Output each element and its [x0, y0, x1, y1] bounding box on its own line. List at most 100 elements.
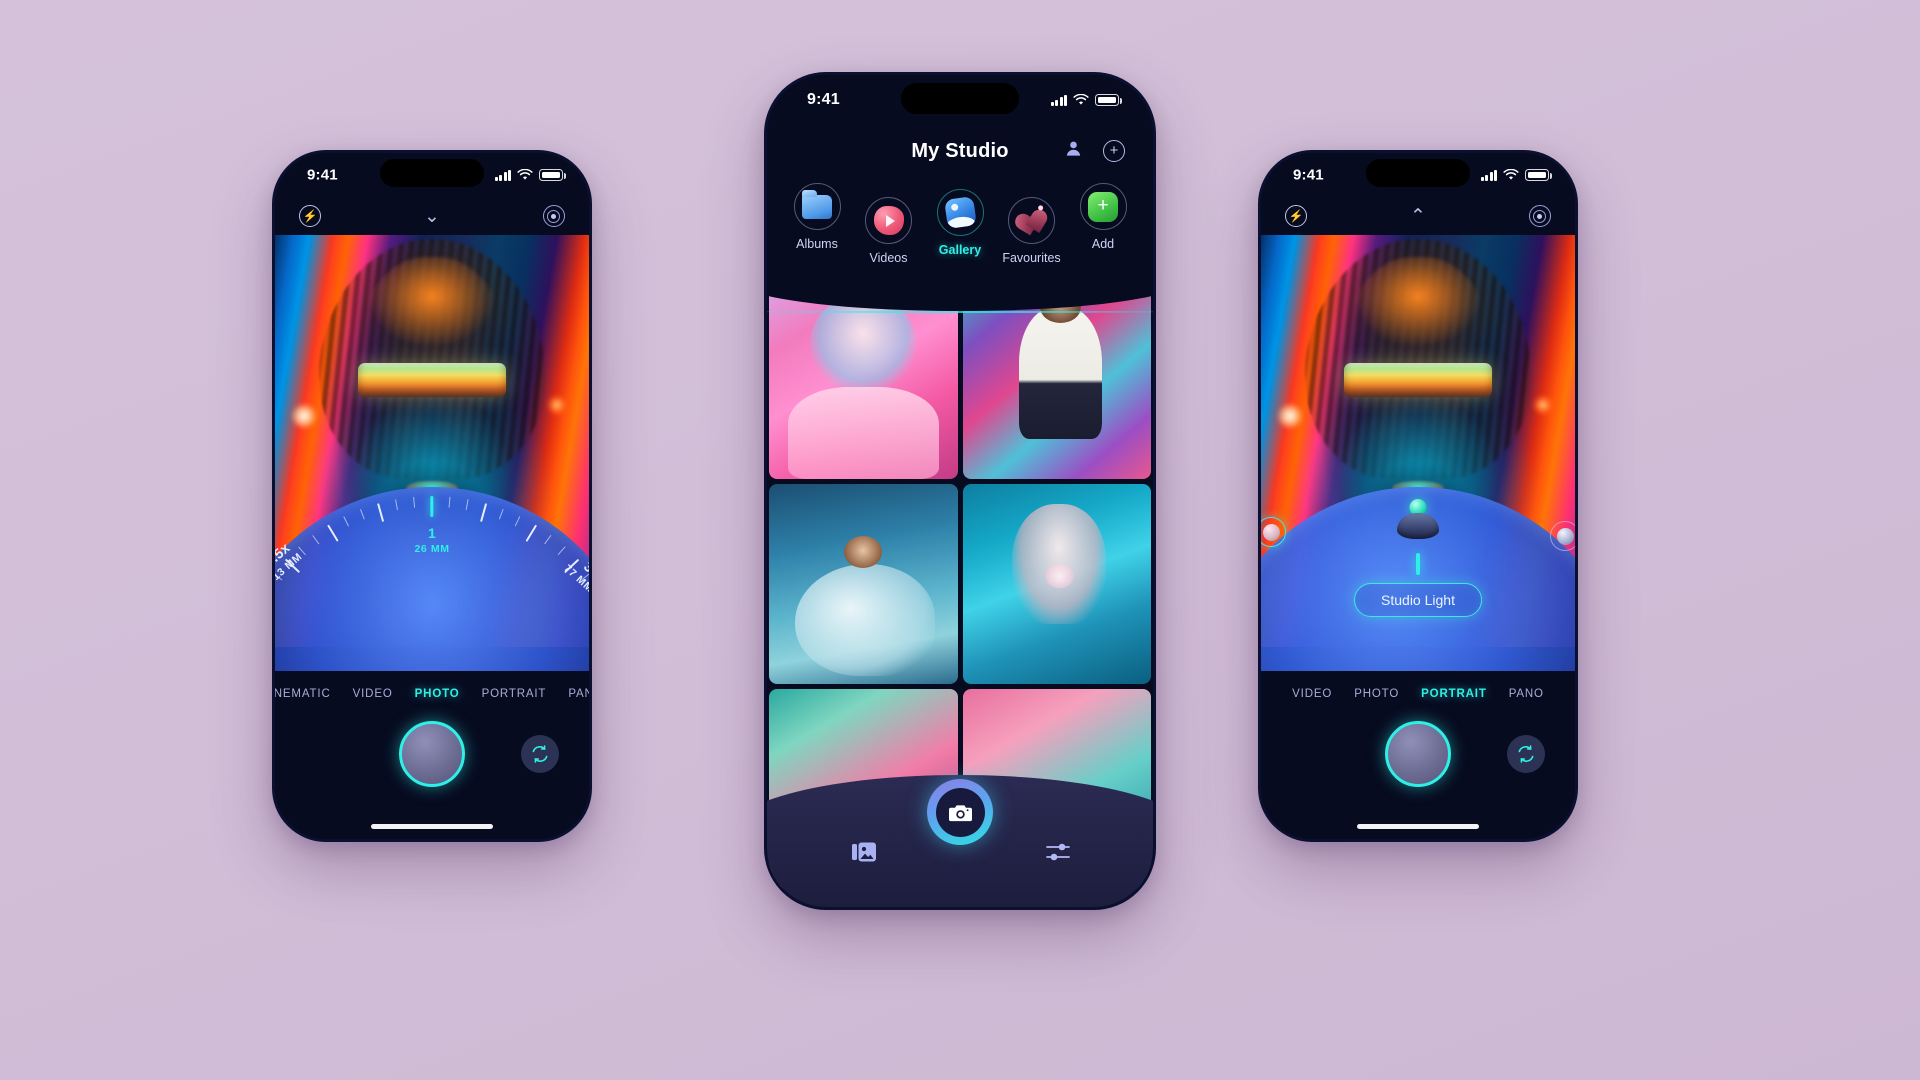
flash-icon[interactable]: ⚡ — [299, 205, 321, 227]
left-camera-top-controls: ⚡ ⌄ — [275, 197, 589, 235]
flip-camera-icon[interactable] — [1507, 735, 1545, 773]
flash-icon[interactable]: ⚡ — [1285, 205, 1307, 227]
left-screen: 9:41 ⚡ ⌄ 0.5x 13 MM 1 26 MM 3 77 MM NEMA… — [275, 153, 589, 839]
category-row[interactable]: Albums Videos Gallery Favourites + Add — [767, 177, 1153, 273]
phone-right-portrait: 9:41 ⚡ ⌃ Studio Light VIDEO PHOTO PORTRA… — [1258, 150, 1578, 842]
right-camera-top-controls: ⚡ ⌃ — [1261, 197, 1575, 235]
zoom-dial-ticks — [275, 487, 589, 671]
right-mode-selector[interactable]: VIDEO PHOTO PORTRAIT PANO — [1261, 677, 1575, 711]
category-label: Favourites — [1002, 251, 1061, 265]
mode-portrait[interactable]: PORTRAIT — [471, 688, 558, 700]
category-add[interactable]: + Add — [1069, 183, 1137, 251]
phone-left-camera: 9:41 ⚡ ⌄ 0.5x 13 MM 1 26 MM 3 77 MM NEMA… — [272, 150, 592, 842]
neon-glow-left — [291, 403, 317, 429]
shutter-button[interactable] — [399, 721, 465, 787]
mode-video[interactable]: VIDEO — [1281, 688, 1343, 700]
zoom-tick — [480, 503, 487, 522]
home-indicator — [371, 824, 493, 829]
mode-photo[interactable]: PHOTO — [1343, 688, 1410, 700]
light-option-natural[interactable] — [1261, 517, 1286, 547]
zoom-mm-value: 26 MM — [414, 543, 450, 555]
folder-icon — [802, 189, 832, 219]
zoom-label-1x[interactable]: 1 26 MM — [402, 525, 462, 555]
lamp-shade — [1397, 513, 1439, 539]
chevron-up-icon[interactable]: ⌃ — [1410, 207, 1426, 226]
category-bubble — [793, 183, 841, 230]
left-shutter-row — [275, 719, 589, 803]
status-time: 9:41 — [807, 91, 840, 108]
mode-video[interactable]: VIDEO — [342, 688, 404, 700]
left-mode-selector[interactable]: CINEMATICVIDEOPHOTOPORTRAITPANO — [275, 677, 589, 711]
category-label: Gallery — [938, 243, 982, 257]
dynamic-island — [901, 83, 1019, 114]
zoom-tick — [395, 499, 399, 511]
wifi-icon — [1503, 169, 1519, 180]
zoom-tick — [430, 496, 434, 517]
mode-pano[interactable]: PANO — [1498, 688, 1555, 700]
mode-photo[interactable]: PHOTO — [404, 688, 471, 700]
zoom-dial[interactable]: 0.5x 13 MM 1 26 MM 3 77 MM — [275, 487, 589, 671]
person-icon[interactable] — [1064, 139, 1083, 163]
zoom-tick — [377, 503, 384, 522]
home-indicator — [1357, 824, 1479, 829]
zoom-tick — [359, 508, 366, 520]
status-indicators — [1050, 94, 1122, 106]
header-actions: + — [1064, 139, 1125, 163]
tile-underwater-dress[interactable] — [769, 484, 958, 684]
zoom-tick — [465, 499, 469, 511]
category-bubble: + — [1079, 183, 1127, 230]
zoom-dial-face[interactable]: 0.5x 13 MM 1 26 MM 3 77 MM — [275, 487, 589, 671]
studio-header: My Studio + — [767, 125, 1153, 177]
live-photo-target-icon[interactable] — [1528, 205, 1551, 227]
category-bubble — [936, 189, 984, 236]
phone-middle-studio: 9:41 My Studio + Albums Videos Gallery F… — [764, 72, 1156, 910]
zoom-tick — [514, 516, 521, 527]
live-photo-target-icon[interactable] — [542, 205, 565, 227]
neon-glow-left — [1277, 403, 1303, 429]
heart-icon — [1012, 204, 1051, 237]
wifi-icon — [517, 169, 533, 180]
category-bubble — [865, 197, 912, 244]
page-title: My Studio — [911, 139, 1009, 162]
sliders-icon[interactable] — [1046, 843, 1071, 861]
mode-pano[interactable]: PANO — [557, 688, 589, 700]
photo-stack-icon[interactable] — [851, 841, 876, 863]
camera-icon — [948, 804, 972, 821]
mode-portrait[interactable]: PORTRAIT — [1410, 688, 1498, 700]
lamp-beam-indicator — [1416, 553, 1420, 575]
wifi-icon — [1073, 94, 1089, 105]
category-albums[interactable]: Albums — [783, 183, 851, 251]
right-status-bar: 9:41 — [1261, 153, 1575, 197]
flip-camera-icon[interactable] — [521, 735, 559, 773]
shutter-button[interactable] — [1385, 721, 1451, 787]
zoom-tick — [544, 534, 552, 545]
tile-neon-bubblegum[interactable] — [962, 484, 1151, 684]
light-dial-face[interactable]: Studio Light — [1261, 487, 1575, 671]
chevron-down-icon[interactable]: ⌄ — [424, 207, 440, 226]
subject-visor-glasses — [1344, 363, 1492, 397]
portrait-light-dial[interactable]: Studio Light — [1261, 487, 1575, 671]
camera-capture-button[interactable] — [927, 779, 993, 845]
category-favourites[interactable]: Favourites — [998, 197, 1066, 265]
add-square-icon: + — [1088, 191, 1118, 222]
mockup-canvas: 9:41 ⚡ ⌄ 0.5x 13 MM 1 26 MM 3 77 MM NEMA… — [0, 0, 1920, 1080]
studio-light-label[interactable]: Studio Light — [1354, 583, 1482, 617]
cellular-bars-icon — [1050, 94, 1067, 106]
light-option-studio[interactable] — [1550, 521, 1575, 551]
subject-visor-glasses — [358, 363, 506, 397]
dynamic-island — [380, 159, 484, 187]
zoom-tick — [343, 516, 350, 527]
plus-circle-icon[interactable]: + — [1103, 140, 1125, 162]
cellular-bars-icon — [494, 169, 511, 181]
zoom-tick — [312, 534, 320, 545]
left-status-bar: 9:41 — [275, 153, 589, 197]
category-videos[interactable]: Videos — [855, 197, 923, 265]
category-label: Albums — [796, 237, 838, 251]
mode-cinematic[interactable]: CINEMATIC — [275, 688, 342, 700]
status-time: 9:41 — [307, 166, 338, 184]
play-blob-icon — [873, 206, 904, 235]
zoom-tick — [498, 508, 505, 520]
studio-lamp-icon — [1395, 499, 1441, 551]
bottom-bar — [806, 775, 1115, 907]
category-gallery[interactable]: Gallery — [926, 189, 994, 257]
